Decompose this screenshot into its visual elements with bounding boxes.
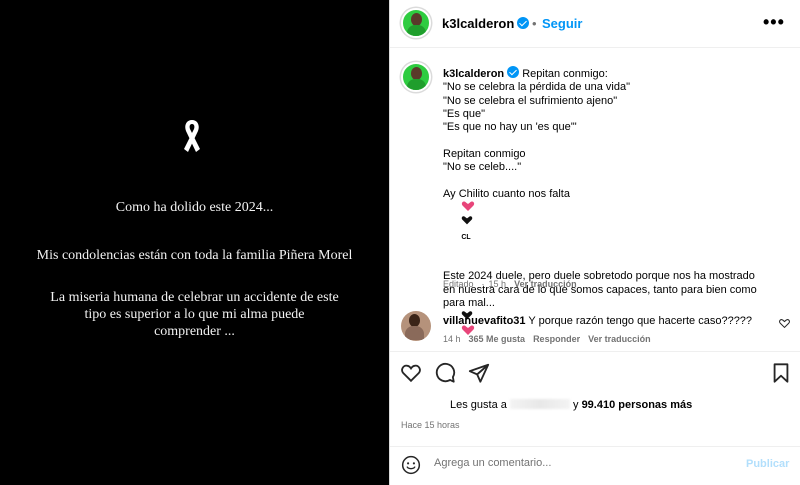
caption-line: Ay Chilito cuanto nos falta: [443, 187, 570, 200]
reply-text: Y porque razón tengo que hacerte caso???…: [528, 315, 753, 327]
comment-icon[interactable]: [434, 362, 456, 384]
reply-comment: villanuevafito31 Y porque razón tengo qu…: [443, 315, 752, 327]
caption-line: [443, 134, 793, 147]
edited-label: Editado: [443, 279, 474, 289]
reply-likes[interactable]: 365 Me gusta: [469, 334, 526, 344]
share-icon[interactable]: [468, 362, 490, 384]
caption-line: "Es que no hay un 'es que'": [443, 121, 577, 134]
likes-prefix: Les gusta a: [450, 399, 507, 411]
caption-line: "No se celebra la pérdida de una vida": [443, 81, 630, 94]
caption-avatar[interactable]: [401, 62, 431, 92]
see-translation-link[interactable]: Ver traducción: [588, 334, 651, 344]
caption-username[interactable]: k3lcalderon: [443, 68, 504, 80]
more-options-icon[interactable]: •••: [763, 12, 785, 33]
header-username[interactable]: k3lcalderon: [442, 16, 530, 31]
follow-button[interactable]: Seguir: [542, 16, 582, 31]
black-heart-icon: [462, 216, 473, 225]
likes-count[interactable]: 99.410 personas más: [582, 399, 693, 411]
caption-line: [443, 174, 793, 187]
likes-summary: Les gusta a y 99.410 personas más: [450, 399, 692, 411]
reply-avatar[interactable]: [401, 311, 431, 341]
comment-box: Publicar: [390, 447, 800, 485]
separator: •: [532, 16, 537, 31]
post-media[interactable]: Como ha dolido este 2024... Mis condolen…: [0, 0, 389, 485]
caption-line: [443, 257, 793, 270]
caption-line: para mal...: [443, 297, 495, 310]
heart-broken-icon: [462, 201, 475, 211]
caption-line: "Es que": [443, 107, 486, 120]
comment-input[interactable]: [434, 457, 734, 469]
media-text-2: Mis condolencias están con toda la famil…: [36, 248, 353, 263]
caption-line: "No se celebra el sufrimiento ajeno": [443, 94, 618, 107]
reply-username[interactable]: villanuevafito31: [443, 315, 526, 327]
see-translation-link[interactable]: Ver traducción: [514, 279, 577, 289]
heart-icon[interactable]: [400, 362, 422, 384]
caption-line: Repitan conmigo:: [522, 68, 608, 80]
reply-time: 14 h: [443, 334, 461, 344]
reply-button[interactable]: Responder: [533, 334, 580, 344]
publish-button[interactable]: Publicar: [746, 458, 789, 470]
caption-time: 15 h: [488, 279, 507, 289]
blurred-username: [509, 399, 570, 409]
avatar[interactable]: [401, 8, 431, 38]
posted-time[interactable]: Hace 15 horas: [401, 420, 460, 430]
divider: [390, 351, 800, 352]
verified-icon: [517, 17, 530, 29]
media-text-1: Como ha dolido este 2024...: [115, 200, 274, 215]
post-panel: k3lcalderon • Seguir ••• k3lcalderon Rep…: [389, 0, 800, 485]
likes-middle: y: [573, 399, 579, 411]
bookmark-icon[interactable]: [770, 362, 792, 384]
caption-line: Repitan conmigo: [443, 147, 526, 160]
post-header: k3lcalderon • Seguir •••: [390, 0, 800, 48]
media-text-3: La miseria humana de celebrar un acciden…: [50, 290, 339, 339]
like-comment-icon[interactable]: [779, 318, 790, 329]
verified-icon: [507, 66, 520, 78]
caption-meta: Editado · 15 h Ver traducción: [443, 279, 577, 289]
reply-meta: 14 h 365 Me gusta Responder Ver traducción: [443, 334, 651, 344]
emoji-icon[interactable]: [401, 455, 421, 475]
flag-icon: CL: [461, 233, 471, 241]
caption-line: "No se celeb....": [443, 161, 522, 174]
caption: k3lcalderon Repitan conmigo: "No se cele…: [443, 66, 793, 352]
ribbon-icon: [184, 120, 200, 152]
